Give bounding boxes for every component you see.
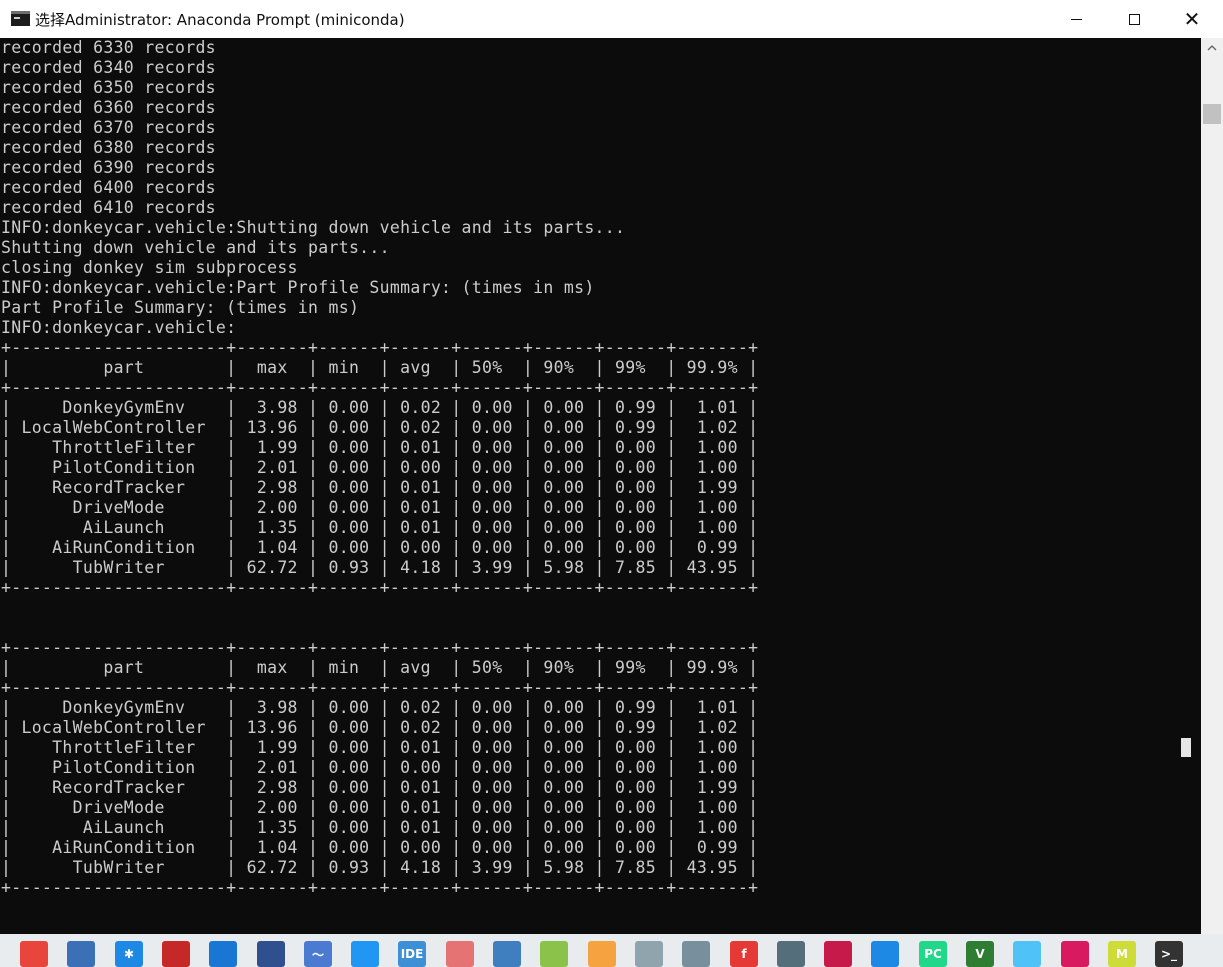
console-window-icon[interactable] — [11, 11, 30, 26]
ide-icon[interactable]: IDE — [398, 941, 426, 967]
console-line: | ThrottleFilter | 1.99 | 0.00 | 0.01 | … — [1, 438, 759, 457]
wifi-app-icon[interactable] — [1061, 941, 1089, 967]
console-line: | ThrottleFilter | 1.99 | 0.00 | 0.01 | … — [1, 738, 759, 757]
m-app-icon[interactable]: M — [1108, 941, 1136, 967]
console-line: recorded 6400 records — [1, 178, 216, 197]
console-line: | AiRunCondition | 1.04 | 0.00 | 0.00 | … — [1, 838, 759, 857]
console-line: +---------------------+-------+------+--… — [1, 678, 759, 697]
raspberry-icon[interactable] — [824, 941, 852, 967]
maximize-button[interactable] — [1105, 0, 1163, 38]
mug-app-icon[interactable] — [446, 941, 474, 967]
network-icon[interactable] — [67, 941, 95, 967]
console-line: INFO:donkeycar.vehicle:Part Profile Summ… — [1, 278, 595, 297]
console-line: +---------------------+-------+------+--… — [1, 638, 759, 657]
console-line: INFO:donkeycar.vehicle:Shutting down veh… — [1, 218, 626, 237]
console-line: | part | max | min | avg | 50% | 90% | 9… — [1, 658, 759, 677]
console-output[interactable]: recorded 6330 records recorded 6340 recor… — [0, 38, 1201, 934]
draw-app-icon[interactable] — [588, 941, 616, 967]
console-text: recorded 6330 records recorded 6340 recor… — [1, 38, 758, 934]
console-line: recorded 6330 records — [1, 38, 216, 57]
console-line: | DriveMode | 2.00 | 0.00 | 0.01 | 0.00 … — [1, 498, 759, 517]
console-line: recorded 6390 records — [1, 158, 216, 177]
console-line: | TubWriter | 62.72 | 0.93 | 4.18 | 3.99… — [1, 858, 759, 877]
title-bar: 选择Administrator: Anaconda Prompt (minico… — [0, 0, 1223, 38]
pycharm-icon[interactable]: PC — [919, 941, 947, 967]
vs-app-icon[interactable]: V — [966, 941, 994, 967]
console-line: | DriveMode | 2.00 | 0.00 | 0.01 | 0.00 … — [1, 798, 759, 817]
font-app-icon[interactable]: f — [730, 941, 758, 967]
minimize-icon — [1070, 18, 1082, 20]
console-line: +---------------------+-------+------+--… — [1, 338, 759, 357]
close-icon: ✕ — [1183, 7, 1201, 31]
console-line: | RecordTracker | 2.98 | 0.00 | 0.01 | 0… — [1, 778, 759, 797]
console-line: | DonkeyGymEnv | 3.98 | 0.00 | 0.02 | 0.… — [1, 698, 759, 717]
minimize-button[interactable] — [1047, 0, 1105, 38]
console-line: recorded 6360 records — [1, 98, 216, 117]
board-app-icon[interactable] — [777, 941, 805, 967]
window-title: 选择Administrator: Anaconda Prompt (minico… — [35, 11, 405, 29]
console-line: | DonkeyGymEnv | 3.98 | 0.00 | 0.02 | 0.… — [1, 398, 759, 417]
console-line: recorded 6350 records — [1, 78, 216, 97]
filezilla-icon[interactable] — [162, 941, 190, 967]
scroll-thumb[interactable] — [1203, 104, 1221, 124]
vertical-scrollbar[interactable] — [1201, 38, 1223, 934]
box-app-icon[interactable] — [635, 941, 663, 967]
console-line: recorded 6370 records — [1, 118, 216, 137]
console-line: +---------------------+-------+------+--… — [1, 578, 759, 597]
close-button[interactable]: ✕ — [1163, 0, 1221, 38]
console-line: recorded 6410 records — [1, 198, 216, 217]
console-line: | AiLaunch | 1.35 | 0.00 | 0.01 | 0.00 |… — [1, 818, 759, 837]
console-line: | LocalWebController | 13.96 | 0.00 | 0.… — [1, 718, 759, 737]
console-line: | RecordTracker | 2.98 | 0.00 | 0.01 | 0… — [1, 478, 759, 497]
console-line: Part Profile Summary: (times in ms) — [1, 298, 360, 317]
virtualbox-icon[interactable] — [257, 941, 285, 967]
taskbar: ✱ 〜 IDE f PC V M >_ — [0, 934, 1223, 967]
console-line: +---------------------+-------+------+--… — [1, 878, 759, 897]
console-line: +---------------------+-------+------+--… — [1, 378, 759, 397]
console-line: recorded 6340 records — [1, 58, 216, 77]
console-line: | AiLaunch | 1.35 | 0.00 | 0.01 | 0.00 |… — [1, 518, 759, 537]
console-line: | TubWriter | 62.72 | 0.93 | 4.18 | 3.99… — [1, 558, 759, 577]
text-cursor — [1181, 738, 1191, 757]
console-line: closing donkey sim subprocess — [1, 258, 298, 277]
console-line: | LocalWebController | 13.96 | 0.00 | 0.… — [1, 418, 759, 437]
star-app-icon[interactable]: ✱ — [115, 941, 143, 967]
console-line: | part | max | min | avg | 50% | 90% | 9… — [1, 358, 759, 377]
bird-app-icon[interactable] — [351, 941, 379, 967]
console-line: Shutting down vehicle and its parts... — [1, 238, 390, 257]
compass-app-icon[interactable] — [493, 941, 521, 967]
butterfly-app-icon[interactable] — [1013, 941, 1041, 967]
console-line: INFO:donkeycar.vehicle: — [1, 318, 237, 337]
terminal-taskbar-icon[interactable]: >_ — [1155, 941, 1183, 967]
console-line: | AiRunCondition | 1.04 | 0.00 | 0.00 | … — [1, 538, 759, 557]
maximize-icon — [1128, 13, 1140, 25]
chevron-up-icon — [1207, 45, 1217, 51]
wave-app-icon[interactable]: 〜 — [304, 941, 332, 967]
console-line: | PilotCondition | 2.01 | 0.00 | 0.00 | … — [1, 458, 759, 477]
console-line: recorded 6380 records — [1, 138, 216, 157]
cube-app-icon[interactable] — [540, 941, 568, 967]
remote-icon[interactable] — [209, 941, 237, 967]
console-line: | PilotCondition | 2.01 | 0.00 | 0.00 | … — [1, 758, 759, 777]
scroll-up-button[interactable] — [1201, 38, 1223, 58]
chrome-icon[interactable] — [20, 941, 48, 967]
package-app-icon[interactable] — [682, 941, 710, 967]
file-app-icon[interactable] — [871, 941, 899, 967]
